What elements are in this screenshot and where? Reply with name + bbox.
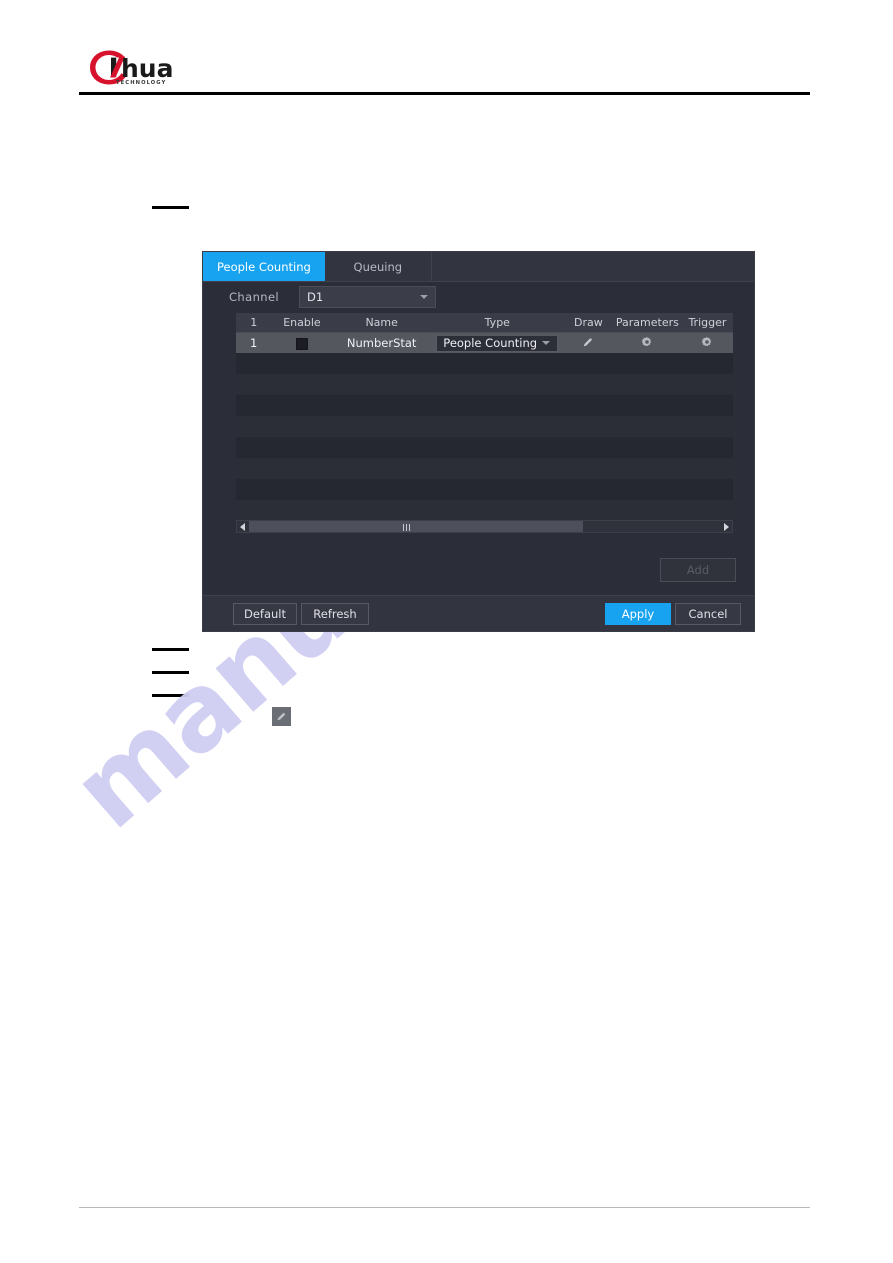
column-header-draw: Draw [573,316,603,329]
table-empty-row [236,500,733,521]
apply-button[interactable]: Apply [605,603,671,625]
column-header-parameters: Parameters [615,316,679,329]
scroll-left-arrow-icon[interactable] [237,521,249,532]
row-parameters-cell [613,336,682,351]
dialog-footer: Default Refresh Apply Cancel [203,595,754,631]
column-header-index: 1 [250,316,258,329]
default-button[interactable]: Default [233,603,297,625]
pencil-icon[interactable] [564,336,613,348]
scrollbar-thumb[interactable] [249,521,584,532]
refresh-button-label: Refresh [313,607,357,621]
refresh-button[interactable]: Refresh [301,603,369,625]
add-button-label: Add [686,563,710,577]
column-header-name: Name [365,316,398,329]
add-button[interactable]: Add [660,558,736,582]
tab-people-counting[interactable]: People Counting [203,252,325,281]
type-select-value: People Counting [443,336,538,350]
gear-icon[interactable] [613,336,682,348]
table-header-row: 1 Enable Name Type Draw Parameters Trigg… [236,313,733,333]
default-button-label: Default [243,607,287,621]
enable-checkbox[interactable] [295,337,308,350]
scrollbar-grip [402,524,410,531]
tab-strip: People Counting Queuing [203,252,754,282]
rules-table: 1 Enable Name Type Draw Parameters Trigg… [236,313,733,521]
type-select[interactable]: People Counting [436,334,559,352]
horizontal-scrollbar[interactable] [236,520,733,533]
chevron-down-icon [542,341,551,345]
cancel-button-label: Cancel [688,607,728,621]
document-page: hua TECHNOLOGY manualshive.com People Co… [0,0,893,1263]
redacted-text-line [152,694,189,697]
table-body: 1 NumberStat People Counting [236,333,733,521]
table-empty-row [236,416,733,437]
channel-label: Channel [229,290,280,304]
row-index: 1 [250,336,258,350]
channel-row: Channel D1 [203,281,754,313]
redacted-text-line [152,671,189,674]
svg-text:TECHNOLOGY: TECHNOLOGY [116,80,166,86]
column-header-type: Type [484,316,510,329]
footer-rule [79,1207,810,1208]
table-empty-row [236,374,733,395]
row-type-cell: People Counting [431,334,564,352]
tab-queuing-label: Queuing [353,259,403,274]
row-trigger-cell [682,336,733,351]
scroll-right-arrow-icon[interactable] [720,521,732,532]
channel-select[interactable]: D1 [299,286,436,308]
svg-text:hua: hua [121,54,173,83]
tab-queuing[interactable]: Queuing [325,252,432,281]
redacted-text-line [152,206,189,209]
row-enable-cell [271,336,332,350]
channel-select-value: D1 [307,290,324,304]
tab-people-counting-label: People Counting [217,259,311,274]
header-rule [79,92,810,95]
column-header-trigger: Trigger [688,316,727,329]
pencil-icon [272,707,291,726]
chevron-down-icon [420,295,428,299]
column-header-enable: Enable [283,316,321,329]
cancel-button[interactable]: Cancel [675,603,741,625]
row-name: NumberStat [346,336,417,350]
table-row[interactable]: 1 NumberStat People Counting [236,333,733,353]
apply-button-label: Apply [621,607,655,621]
people-counting-dialog: People Counting Queuing Channel D1 1 Ena… [203,252,754,631]
row-draw-cell [564,336,613,351]
gear-icon[interactable] [682,336,733,348]
scrollbar-track[interactable] [249,521,720,532]
dahua-logo: hua TECHNOLOGY [88,48,192,86]
table-empty-row [236,458,733,479]
redacted-text-line [152,648,189,651]
